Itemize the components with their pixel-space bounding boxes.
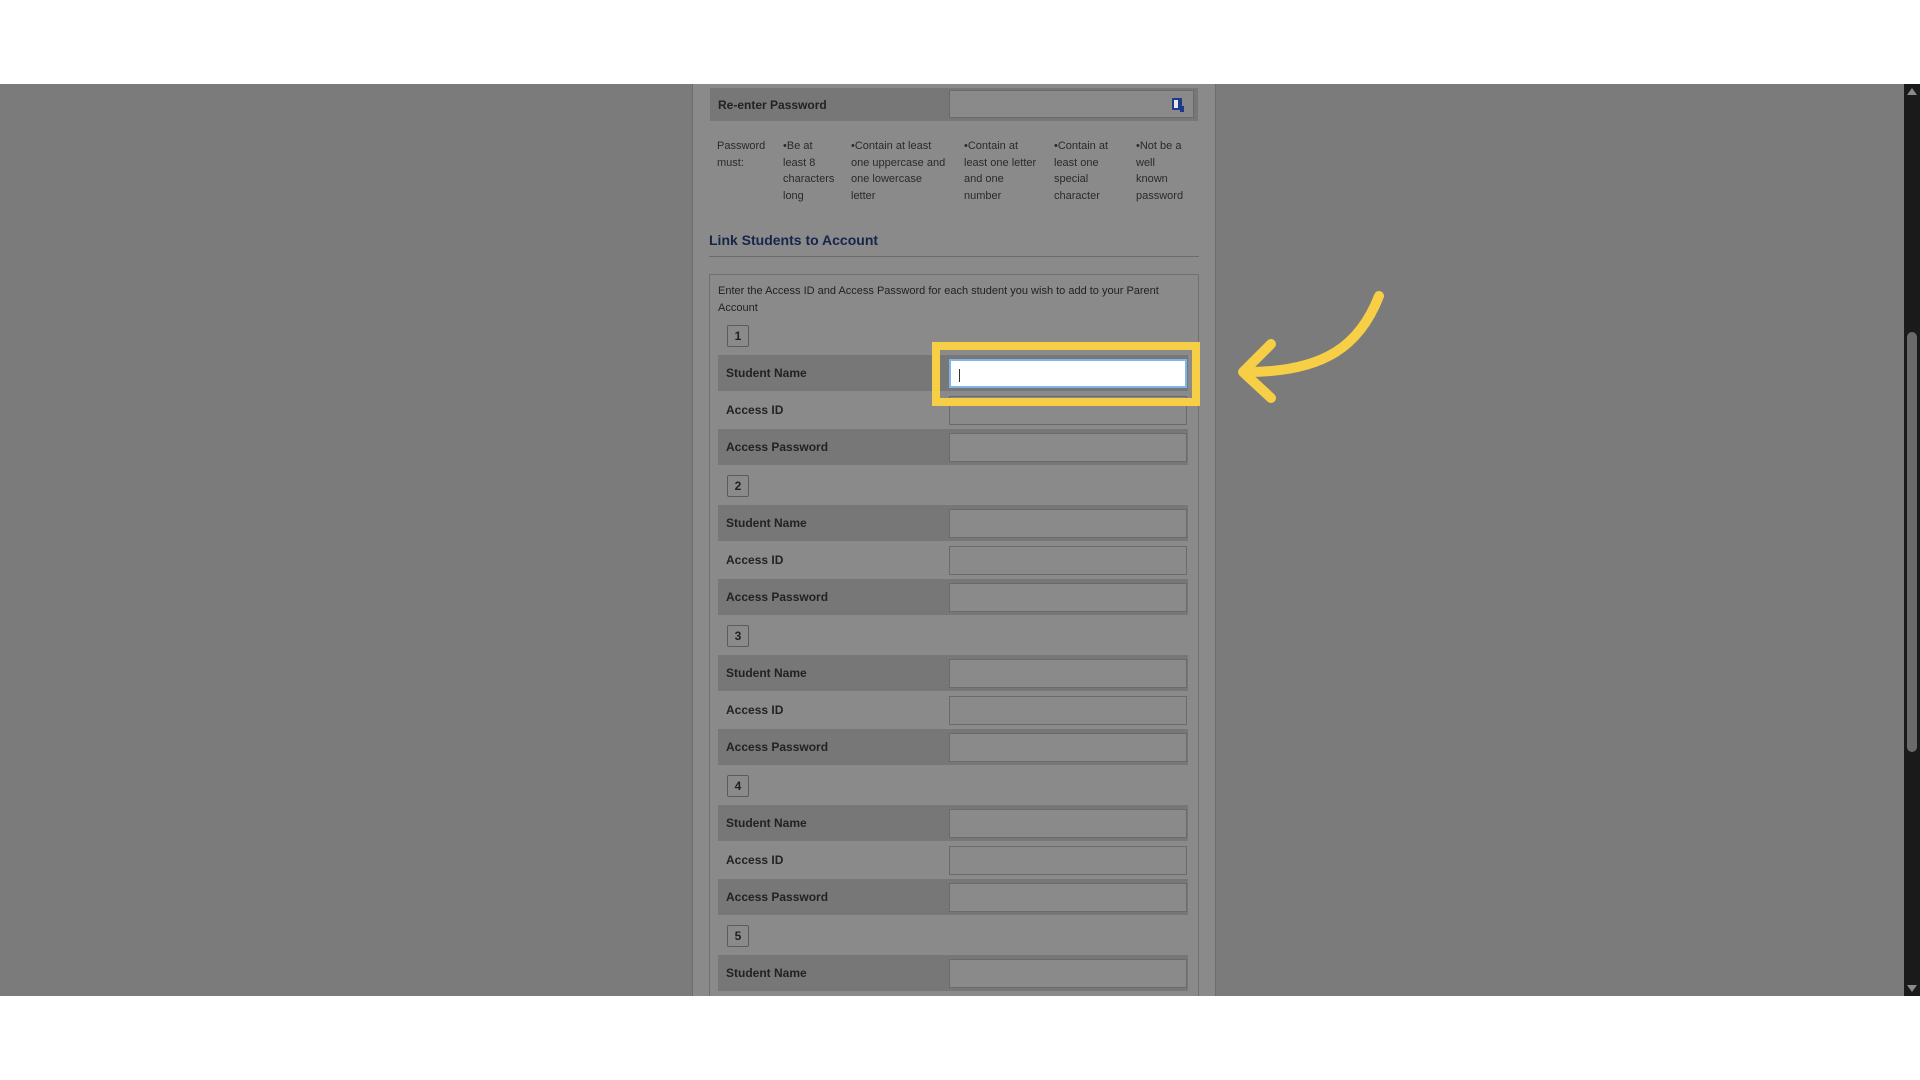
rule-special-line: character [1054, 189, 1100, 202]
rule-special-line: •Contain at [1054, 140, 1108, 152]
student-2-access-password-input[interactable] [949, 583, 1187, 612]
student-2-access-password-row: Access Password [718, 579, 1188, 615]
student-number-badge: 3 [727, 625, 749, 647]
rule-well-known-line: password [1136, 189, 1184, 202]
student-name-label: Student Name [726, 816, 807, 830]
student-name-label: Student Name [726, 966, 807, 980]
rule-letter-number-line: and one [964, 173, 1004, 185]
scroll-up-icon[interactable] [1907, 88, 1917, 95]
access-id-label: Access ID [726, 403, 784, 417]
vertical-scrollbar[interactable] [1904, 84, 1920, 996]
student-2-access-id-input[interactable] [949, 546, 1187, 575]
student-name-label: Student Name [726, 366, 807, 380]
student-5-name-row: Student Name [718, 955, 1188, 991]
reenter-password-input[interactable] [949, 90, 1194, 118]
registration-form-page: Re-enter Password Password must: •Be at … [692, 84, 1216, 996]
pointer-arrow-icon [1238, 291, 1384, 403]
access-password-label: Access Password [726, 440, 829, 454]
highlight-box [932, 342, 1200, 406]
student-number-badge: 2 [727, 475, 749, 497]
student-number-badge: 4 [727, 775, 749, 797]
browser-viewport: Re-enter Password Password must: •Be at … [0, 84, 1920, 996]
key-icon[interactable] [1171, 97, 1185, 113]
student-5-name-input[interactable] [949, 959, 1187, 988]
student-2-access-id-row: Access ID [718, 542, 1188, 578]
student-3-access-id-row: Access ID [718, 692, 1188, 728]
student-1-access-password-input[interactable] [949, 433, 1187, 462]
student-3-access-id-input[interactable] [949, 696, 1187, 725]
rule-special-line: least one [1054, 156, 1099, 169]
rule-case-line: one lowercase [851, 173, 922, 185]
link-students-heading: Link Students to Account [709, 232, 879, 248]
rule-letter-number-line: number [964, 189, 1002, 202]
rule-length-line: long [783, 189, 804, 202]
student-4-name-row: Student Name [718, 805, 1188, 841]
rule-length-line: least 8 [783, 156, 816, 169]
access-password-label: Access Password [726, 890, 829, 904]
student-name-label: Student Name [726, 666, 807, 680]
access-id-label: Access ID [726, 853, 784, 867]
student-3-name-row: Student Name [718, 655, 1188, 691]
rule-well-known-line: •Not be a [1136, 140, 1182, 152]
student-4-name-input[interactable] [949, 809, 1187, 838]
reenter-password-label: Re-enter Password [718, 98, 827, 112]
rule-letter-number-line: least one letter [964, 156, 1037, 169]
rule-well-known-line: well [1136, 156, 1155, 169]
rule-well-known-line: known [1136, 173, 1168, 185]
student-3-name-input[interactable] [949, 659, 1187, 688]
password-rules-intro-line: Password [717, 140, 766, 152]
student-2-name-input[interactable] [949, 509, 1187, 538]
student-2-name-row: Student Name [718, 505, 1188, 541]
student-4-access-password-row: Access Password [718, 879, 1188, 915]
rule-case-line: one uppercase and [851, 156, 946, 169]
section-divider [709, 256, 1199, 257]
scroll-down-icon[interactable] [1907, 985, 1917, 992]
rule-case-line: •Contain at least [851, 140, 932, 152]
student-4-access-password-input[interactable] [949, 883, 1187, 912]
student-name-label: Student Name [726, 516, 807, 530]
student-1-access-password-row: Access Password [718, 429, 1188, 465]
reenter-password-row: Re-enter Password [710, 88, 1198, 121]
scrollbar-thumb[interactable] [1907, 332, 1917, 752]
student-number-badge: 1 [727, 325, 749, 347]
student-number-badge: 5 [727, 925, 749, 947]
access-password-label: Access Password [726, 590, 829, 604]
student-3-access-password-row: Access Password [718, 729, 1188, 765]
student-4-access-id-input[interactable] [949, 846, 1187, 875]
link-students-intro: Enter the Access ID and Access Password … [718, 285, 1159, 314]
rule-length-line: •Be at [783, 140, 813, 152]
student-3-access-password-input[interactable] [949, 733, 1187, 762]
rule-letter-number-line: •Contain at [964, 140, 1018, 152]
rule-special-line: special [1054, 173, 1089, 185]
access-id-label: Access ID [726, 703, 784, 717]
rule-length-line: characters [783, 173, 835, 185]
access-password-label: Access Password [726, 740, 829, 754]
student-4-access-id-row: Access ID [718, 842, 1188, 878]
rule-case-line: letter [851, 189, 876, 202]
password-rules-intro-line: must: [717, 156, 744, 169]
access-id-label: Access ID [726, 553, 784, 567]
